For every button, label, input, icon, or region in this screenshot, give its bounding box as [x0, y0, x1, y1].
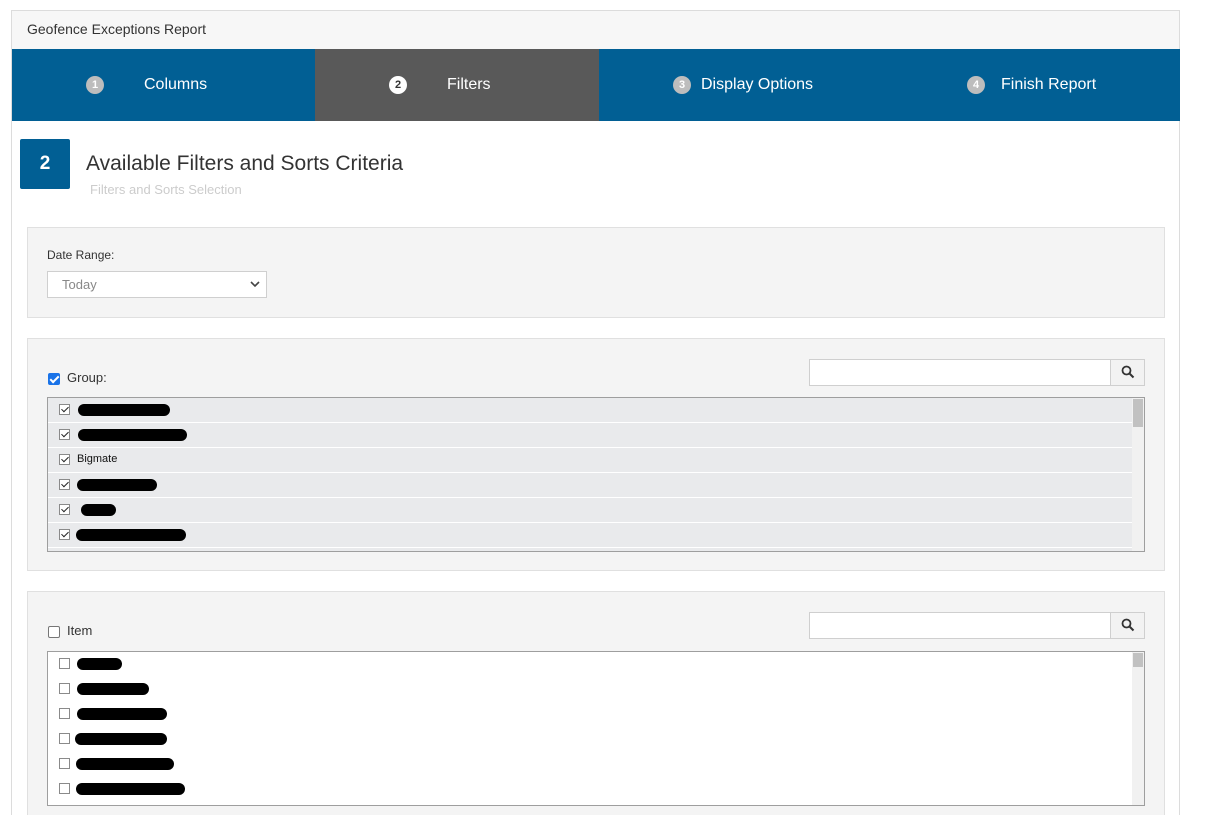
- list-item[interactable]: [48, 702, 1144, 727]
- redacted-text: [77, 683, 149, 695]
- row-checkbox[interactable]: [59, 783, 70, 794]
- step-number: 4: [967, 76, 985, 94]
- scrollbar[interactable]: [1132, 652, 1144, 805]
- row-checkbox[interactable]: [59, 504, 70, 515]
- step-number: 3: [673, 76, 691, 94]
- item-list[interactable]: [47, 651, 1145, 806]
- step-columns[interactable]: 1 Columns: [12, 49, 315, 121]
- section-number-badge: 2: [20, 139, 70, 189]
- list-item[interactable]: [48, 473, 1144, 498]
- step-label: Finish Report: [1001, 76, 1097, 93]
- row-checkbox[interactable]: [59, 758, 70, 769]
- list-item[interactable]: [48, 523, 1144, 548]
- group-list[interactable]: Bigmate: [47, 397, 1145, 552]
- row-checkbox[interactable]: [59, 708, 70, 719]
- search-icon: [1121, 618, 1135, 632]
- report-title: Geofence Exceptions Report: [12, 11, 1179, 50]
- list-item[interactable]: [48, 398, 1144, 423]
- row-checkbox[interactable]: [59, 733, 70, 744]
- redacted-text: [76, 758, 174, 770]
- list-item[interactable]: [48, 652, 1144, 677]
- list-item[interactable]: [48, 777, 1144, 802]
- scrollbar-thumb[interactable]: [1133, 653, 1143, 667]
- search-icon: [1121, 365, 1135, 379]
- wizard-steps: 1 Columns 2 Filters 3 Display Options 4 …: [12, 49, 1180, 121]
- step-label: Columns: [144, 76, 208, 93]
- redacted-text: [78, 429, 187, 441]
- row-checkbox[interactable]: [59, 529, 70, 540]
- redacted-text: [77, 479, 157, 491]
- row-checkbox[interactable]: [59, 454, 70, 465]
- row-checkbox[interactable]: [59, 479, 70, 490]
- redacted-text: [75, 733, 167, 745]
- list-item[interactable]: [48, 423, 1144, 448]
- section-title: Available Filters and Sorts Criteria: [86, 152, 404, 175]
- scrollbar[interactable]: [1132, 398, 1144, 551]
- item-checkbox[interactable]: [48, 626, 60, 638]
- item-search-input[interactable]: [810, 613, 1110, 638]
- row-checkbox[interactable]: [59, 658, 70, 669]
- step-filters[interactable]: 2 Filters: [315, 49, 599, 121]
- group-search-button[interactable]: [1110, 360, 1144, 385]
- item-label: Item: [67, 623, 93, 638]
- group-search-input[interactable]: [810, 360, 1110, 385]
- date-range-value: Today: [62, 277, 97, 292]
- redacted-text: [78, 404, 170, 416]
- row-checkbox[interactable]: [59, 429, 70, 440]
- step-number: 1: [86, 76, 104, 94]
- date-range-select[interactable]: Today: [47, 271, 267, 298]
- redacted-text: [76, 783, 185, 795]
- chevron-down-icon: [250, 272, 260, 307]
- redacted-text: [77, 708, 167, 720]
- row-checkbox[interactable]: [59, 404, 70, 415]
- list-item[interactable]: [48, 548, 1144, 551]
- item-search-button[interactable]: [1110, 613, 1144, 638]
- list-item-label: Bigmate: [77, 453, 118, 465]
- step-finish-report[interactable]: 4 Finish Report: [892, 49, 1180, 121]
- item-search: [809, 612, 1145, 639]
- redacted-text: [76, 529, 186, 541]
- row-checkbox[interactable]: [59, 683, 70, 694]
- step-label: Filters: [447, 76, 491, 93]
- group-search: [809, 359, 1145, 386]
- item-filter-well: Item: [27, 591, 1165, 815]
- group-checkbox[interactable]: [48, 373, 60, 385]
- list-item[interactable]: Bigmate: [48, 448, 1144, 473]
- step-display-options[interactable]: 3 Display Options: [599, 49, 892, 121]
- date-range-label: Date Range:: [47, 248, 115, 262]
- section-subtitle: Filters and Sorts Selection: [90, 182, 242, 197]
- redacted-text: [77, 658, 122, 670]
- list-item[interactable]: [48, 498, 1144, 523]
- list-item[interactable]: [48, 677, 1144, 702]
- step-label: Display Options: [701, 76, 814, 93]
- step-number: 2: [389, 76, 407, 94]
- date-range-well: Date Range: Today: [27, 227, 1165, 318]
- list-item[interactable]: [48, 727, 1144, 752]
- group-filter-well: Group: Bigmate: [27, 338, 1165, 571]
- list-item[interactable]: [48, 752, 1144, 777]
- scrollbar-thumb[interactable]: [1133, 399, 1143, 427]
- group-label: Group:: [67, 370, 107, 385]
- redacted-text: [81, 504, 116, 516]
- list-item[interactable]: [48, 802, 1144, 805]
